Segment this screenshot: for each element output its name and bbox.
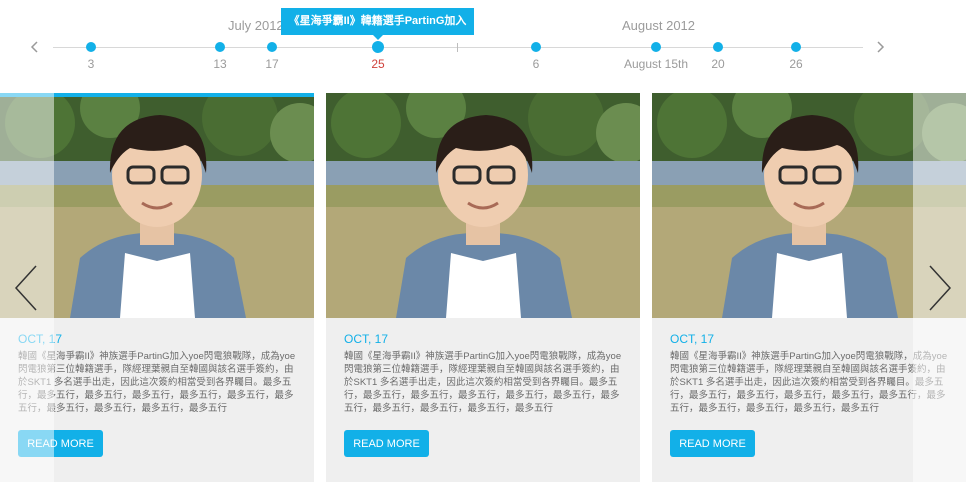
read-more-button[interactable]: READ MORE: [344, 430, 429, 457]
news-date: OCT, 17: [670, 332, 715, 346]
read-more-button[interactable]: READ MORE: [670, 430, 755, 457]
timeline-dot-august-15th[interactable]: [651, 42, 661, 52]
timeline-date-label: 6: [532, 57, 540, 71]
timeline-date-label: 3: [87, 57, 95, 71]
month-divider: [457, 43, 458, 52]
timeline-dot-13[interactable]: [215, 42, 225, 52]
timeline-dot-17[interactable]: [267, 42, 277, 52]
timeline-track: [53, 47, 863, 48]
timeline-date-label: 20: [711, 57, 725, 71]
chevron-left-icon[interactable]: [27, 39, 43, 55]
timeline: July 2012 August 2012 3 13 17 25 6 August 15t…: [0, 0, 966, 90]
timeline-dot-25[interactable]: [372, 41, 384, 53]
carousel-next-icon[interactable]: [928, 265, 952, 311]
timeline-dot-3[interactable]: [86, 42, 96, 52]
news-excerpt: 韓國《星海爭霸II》神族選手PartinG加入yoe閃電狼戰隊，成為yoe閃電狼…: [18, 351, 296, 414]
chevron-right-icon[interactable]: [872, 39, 888, 55]
news-photo: [326, 93, 640, 318]
timeline-date-label: August 15th: [623, 57, 689, 71]
month-label-july: July 2012: [228, 18, 284, 33]
timeline-date-label: 13: [213, 57, 227, 71]
news-excerpt: 韓國《星海爭霸II》神族選手PartinG加入yoe閃電狼戰隊，成為yoe閃電狼…: [344, 351, 622, 414]
timeline-tooltip: 《星海爭霸II》韓籍選手PartinG加入: [281, 8, 474, 40]
month-label-august: August 2012: [622, 18, 696, 33]
timeline-dot-20[interactable]: [713, 42, 723, 52]
timeline-date-label: 25: [371, 57, 385, 71]
timeline-dot-26[interactable]: [791, 42, 801, 52]
timeline-dot-6[interactable]: [531, 42, 541, 52]
timeline-date-label: 26: [789, 57, 803, 71]
news-excerpt: 韓國《星海爭霸II》神族選手PartinG加入yoe閃電狼戰隊，成為yoe閃電狼…: [670, 351, 948, 414]
news-date: OCT, 17: [344, 332, 389, 346]
carousel-prev-icon[interactable]: [14, 265, 38, 311]
timeline-date-label: 17: [265, 57, 279, 71]
portrait-image: [326, 93, 640, 318]
news-card-2: OCT, 17 韓國《星海爭霸II》神族選手PartinG加入yoe閃電狼戰隊，…: [326, 93, 640, 482]
